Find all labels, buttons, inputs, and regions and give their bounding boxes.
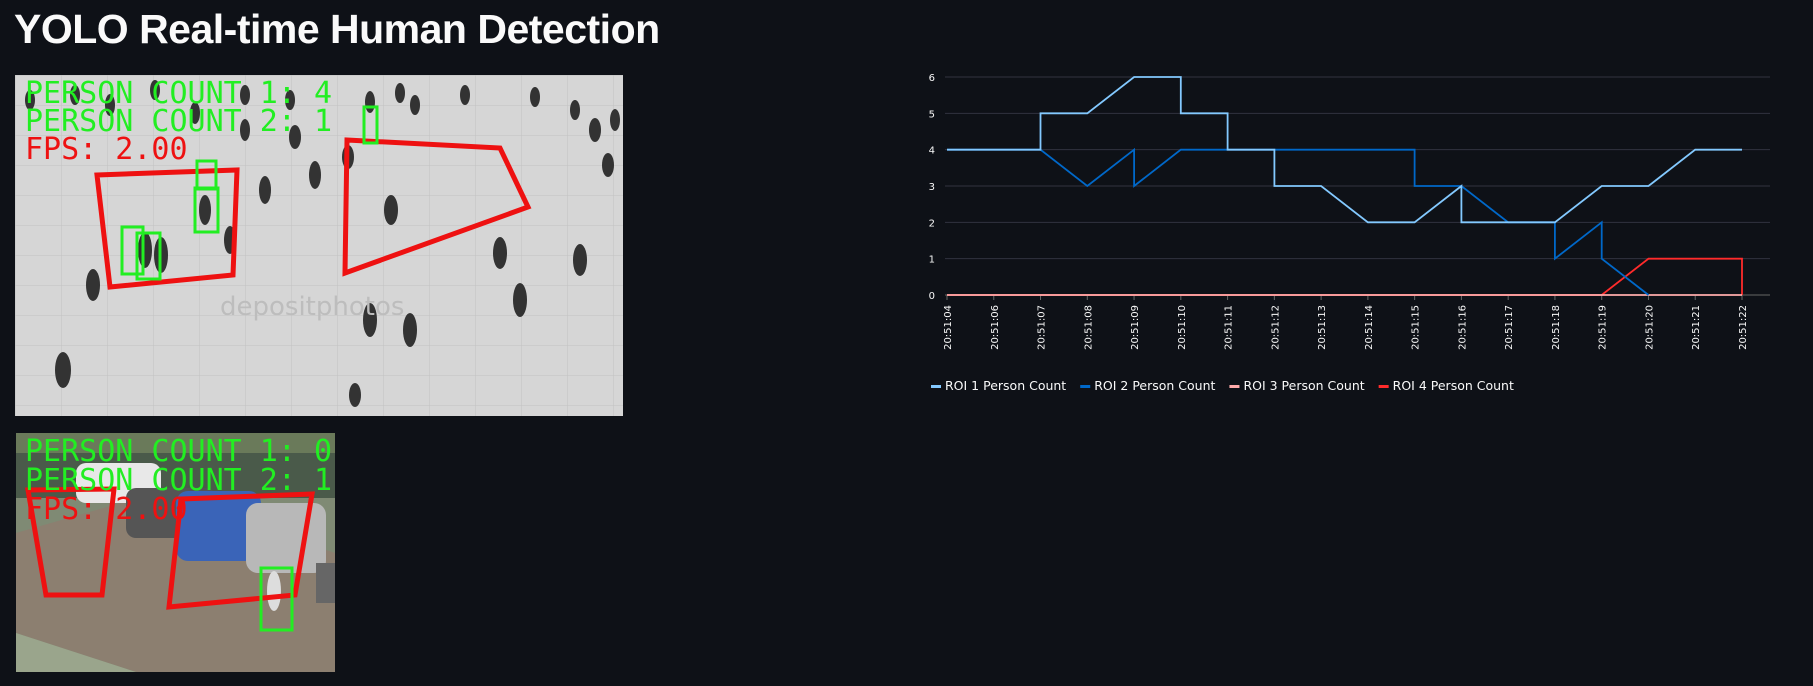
x-tick-label: 20:51:21 [1691, 305, 1702, 350]
legend-label[interactable]: ROI 4 Person Count [1393, 378, 1514, 393]
legend-swatch [1378, 385, 1389, 388]
x-tick-label: 20:51:14 [1364, 305, 1375, 350]
legend-label[interactable]: ROI 2 Person Count [1094, 378, 1215, 393]
y-tick-label: 4 [929, 146, 935, 157]
x-tick-label: 20:51:19 [1598, 305, 1609, 350]
legend-swatch [1229, 385, 1240, 388]
chart-legend[interactable]: ROI 1 Person Count ROI 2 Person Count ROI … [931, 378, 1514, 393]
y-axis-ticks: 0 1 2 3 4 5 6 [929, 73, 935, 302]
legend-swatch [931, 385, 941, 388]
x-tick-label: 20:51:09 [1130, 305, 1141, 350]
x-tick-label: 20:51:20 [1644, 305, 1655, 350]
legend-label[interactable]: ROI 3 Person Count [1243, 378, 1364, 393]
pedestrian [267, 571, 281, 611]
y-tick-label: 5 [929, 109, 935, 120]
x-tick-label: 20:51:13 [1317, 305, 1328, 350]
x-tick-label: 20:51:07 [1037, 305, 1048, 350]
y-tick-label: 6 [929, 73, 935, 84]
x-tick-label: 20:51:11 [1224, 305, 1235, 350]
page-title: YOLO Real-time Human Detection [14, 6, 660, 52]
x-tick-label: 20:51:22 [1738, 305, 1749, 350]
person-count-chart[interactable]: 0 1 2 3 4 5 6 20:51:04 20:51:06 20:51:07 20:51:08… [915, 60, 1785, 410]
x-tick-label: 20:51:12 [1270, 305, 1281, 350]
x-tick-label: 20:51:18 [1551, 305, 1562, 350]
x-tick-label: 20:51:06 [990, 305, 1001, 350]
x-tick-label: 20:51:16 [1457, 305, 1468, 350]
legend-swatch [1080, 385, 1091, 388]
y-tick-label: 3 [929, 182, 935, 193]
x-axis-ticks: 20:51:04 20:51:06 20:51:07 20:51:08 20:51:09… [943, 295, 1749, 350]
y-tick-label: 1 [929, 255, 935, 266]
video-feed-2: PERSON COUNT 1: 0 PERSON COUNT 2: 1 FPS:… [16, 433, 335, 672]
line-chart-svg: 0 1 2 3 4 5 6 20:51:04 20:51:06 20:51:07 20:51:08… [929, 73, 1770, 393]
x-tick-label: 20:51:04 [943, 305, 954, 350]
x-tick-label: 20:51:17 [1504, 305, 1515, 350]
x-tick-label: 20:51:08 [1083, 305, 1094, 350]
x-tick-label: 20:51:15 [1411, 305, 1422, 350]
legend-label[interactable]: ROI 1 Person Count [945, 378, 1066, 393]
watermark: depositphotos [220, 292, 404, 322]
overlay-fps: FPS: 2.00 [25, 492, 188, 527]
x-tick-label: 20:51:10 [1177, 305, 1188, 350]
y-tick-label: 2 [929, 218, 935, 229]
overlay-fps: FPS: 2.00 [25, 132, 188, 167]
series-line-roi-4-person-count [947, 257, 1743, 296]
y-tick-label: 0 [929, 291, 935, 302]
video-feed-1: depositphotos PERSON COUNT 1: 4 PERSON C… [15, 75, 623, 416]
